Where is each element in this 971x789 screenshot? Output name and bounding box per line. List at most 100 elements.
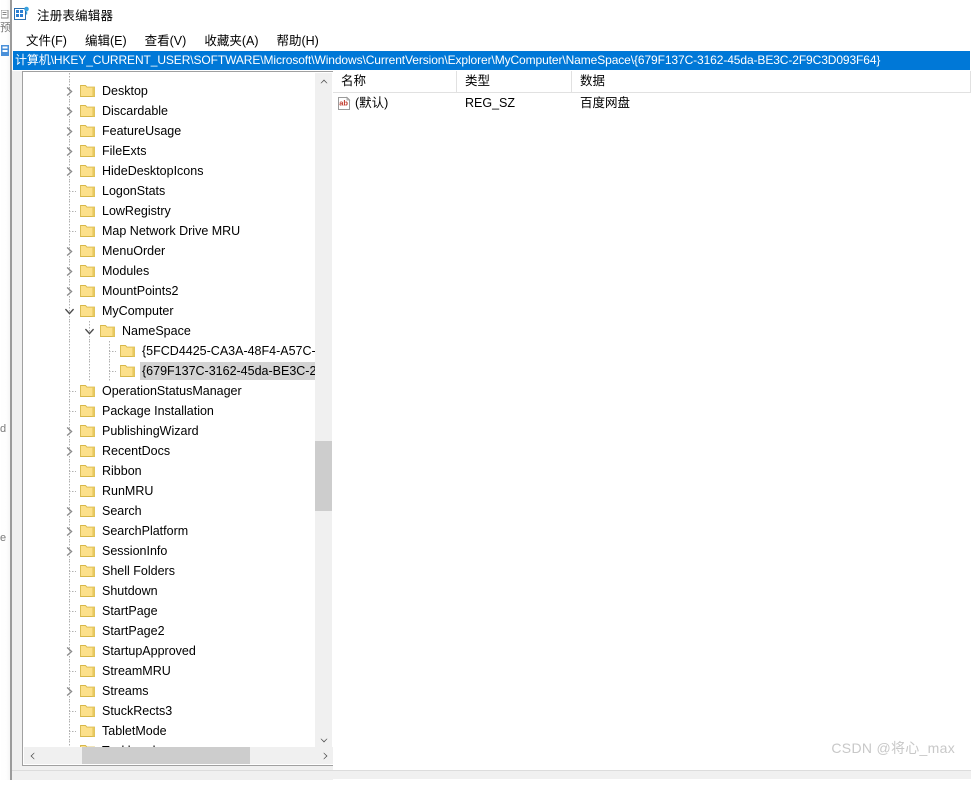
chevron-down-icon[interactable] [61, 301, 77, 321]
tree-item-label: TabletMode [102, 724, 167, 738]
chevron-right-icon[interactable] [61, 521, 77, 541]
chevron-right-icon[interactable] [61, 641, 77, 661]
tree-item[interactable]: Streams [23, 681, 317, 701]
menu-file[interactable]: 文件(F) [18, 28, 75, 51]
chevron-right-icon[interactable] [61, 681, 77, 701]
tree-item[interactable]: {679F137C-3162-45da-BE3C-2F [23, 361, 317, 381]
address-bar[interactable]: 计算机\HKEY_CURRENT_USER\SOFTWARE\Microsoft… [13, 51, 970, 70]
value-list-pane[interactable]: 名称 类型 数据 ab (默认) REG_SZ 百度网盘 CSDN @将心_ma… [333, 71, 971, 780]
folder-icon [80, 124, 96, 138]
tree-item-label: Search [102, 504, 142, 518]
tree-item[interactable]: LowRegistry [23, 201, 317, 221]
chevron-right-icon[interactable] [61, 241, 77, 261]
tree-item[interactable]: Search [23, 501, 317, 521]
registry-editor-icon [14, 6, 30, 22]
chevron-right-icon[interactable] [61, 501, 77, 521]
chevron-right-icon[interactable] [61, 541, 77, 561]
tree-scroll-left-button[interactable] [24, 747, 41, 764]
tree-scroll-right-button[interactable] [317, 747, 333, 764]
tree-item[interactable]: SearchPlatform [23, 521, 317, 541]
chevron-right-icon[interactable] [61, 281, 77, 301]
folder-icon [100, 324, 116, 338]
menu-edit[interactable]: 编辑(E) [77, 28, 135, 51]
tree-item-label: Map Network Drive MRU [102, 224, 241, 238]
tree-item[interactable]: TabletMode [23, 721, 317, 741]
tree-item[interactable]: Shell Folders [23, 561, 317, 581]
tree-item[interactable]: FeatureUsage [23, 121, 317, 141]
tree-indent-guide [69, 321, 70, 341]
column-header-data[interactable]: 数据 [572, 71, 971, 92]
folder-icon [80, 704, 96, 718]
tree-horizontal-scrollbar-thumb[interactable] [82, 747, 250, 764]
folder-icon [80, 424, 96, 438]
tree-item[interactable]: OperationStatusManager [23, 381, 317, 401]
tree-item[interactable]: StuckRects3 [23, 701, 317, 721]
tree-item[interactable]: StartPage [23, 601, 317, 621]
tree-item[interactable]: Shutdown [23, 581, 317, 601]
tree-item[interactable]: StartupApproved [23, 641, 317, 661]
folder-icon [80, 164, 96, 178]
tree-item[interactable]: PublishingWizard [23, 421, 317, 441]
registry-tree[interactable]: Desktop Discardable FeatureUsage FileExts Hi… [23, 72, 317, 748]
tree-item[interactable]: StreamMRU [23, 661, 317, 681]
folder-icon [80, 544, 96, 558]
chevron-down-icon[interactable] [81, 321, 97, 341]
tree-item-label: MenuOrder [102, 244, 166, 258]
tree-item[interactable]: FileExts [23, 141, 317, 161]
menu-help[interactable]: 帮助(H) [268, 28, 326, 51]
tree-item[interactable]: Package Installation [23, 401, 317, 421]
folder-icon [80, 284, 96, 298]
tree-indent-stub [69, 591, 76, 592]
tree-item[interactable]: LogonStats [23, 181, 317, 201]
tree-item-label: FeatureUsage [102, 124, 182, 138]
tree-item[interactable]: SessionInfo [23, 541, 317, 561]
chevron-right-icon[interactable] [61, 261, 77, 281]
chevron-right-icon[interactable] [61, 81, 77, 101]
folder-icon [120, 364, 136, 378]
tree-item[interactable]: MountPoints2 [23, 281, 317, 301]
tree-horizontal-scrollbar[interactable] [24, 747, 333, 764]
tree-item-label: MountPoints2 [102, 284, 179, 298]
tree-indent-stub [69, 491, 76, 492]
tree-item[interactable]: HideDesktopIcons [23, 161, 317, 181]
tree-indent-stub [69, 231, 76, 232]
chevron-right-icon[interactable] [61, 441, 77, 461]
tree-item[interactable]: RunMRU [23, 481, 317, 501]
chevron-right-icon[interactable] [61, 101, 77, 121]
chevron-right-icon[interactable] [61, 161, 77, 181]
tree-vertical-scrollbar[interactable] [315, 73, 332, 749]
tree-item[interactable]: MyComputer [23, 301, 317, 321]
registry-tree-pane[interactable]: Desktop Discardable FeatureUsage FileExts Hi… [22, 71, 334, 766]
menu-view[interactable]: 查看(V) [137, 28, 195, 51]
tree-item[interactable]: Modules [23, 261, 317, 281]
tree-item[interactable]: Ribbon [23, 461, 317, 481]
tree-item[interactable]: RecentDocs [23, 441, 317, 461]
tree-item[interactable]: {5FCD4425-CA3A-48F4-A57C-B [23, 341, 317, 361]
chevron-right-icon[interactable] [61, 141, 77, 161]
column-header-name[interactable]: 名称 [333, 71, 457, 92]
column-header-type[interactable]: 类型 [457, 71, 572, 92]
tree-scroll-up-button[interactable] [315, 73, 332, 90]
address-input[interactable]: 计算机\HKEY_CURRENT_USER\SOFTWARE\Microsoft… [14, 52, 969, 69]
main-content: Desktop Discardable FeatureUsage FileExts Hi… [12, 71, 971, 780]
tree-item[interactable]: MenuOrder [23, 241, 317, 261]
window-title: 注册表编辑器 [37, 8, 114, 23]
tree-item-label: Desktop [102, 84, 148, 98]
tree-item[interactable]: Map Network Drive MRU [23, 221, 317, 241]
folder-icon [80, 684, 96, 698]
tree-item-partial-top[interactable] [23, 72, 317, 81]
tree-item[interactable]: NameSpace [23, 321, 317, 341]
chevron-right-icon[interactable] [61, 121, 77, 141]
tree-vertical-scrollbar-thumb[interactable] [315, 441, 332, 511]
tree-item[interactable]: Desktop [23, 81, 317, 101]
folder-icon [80, 104, 96, 118]
chevron-right-icon[interactable] [61, 421, 77, 441]
address-bar-container: 计算机\HKEY_CURRENT_USER\SOFTWARE\Microsoft… [12, 51, 971, 71]
folder-icon [80, 504, 96, 518]
menu-favorites[interactable]: 收藏夹(A) [196, 28, 266, 51]
tree-item[interactable]: Discardable [23, 101, 317, 121]
folder-icon [80, 244, 96, 258]
folder-icon [80, 644, 96, 658]
tree-item[interactable]: StartPage2 [23, 621, 317, 641]
value-row[interactable]: ab (默认) REG_SZ 百度网盘 [333, 93, 971, 114]
